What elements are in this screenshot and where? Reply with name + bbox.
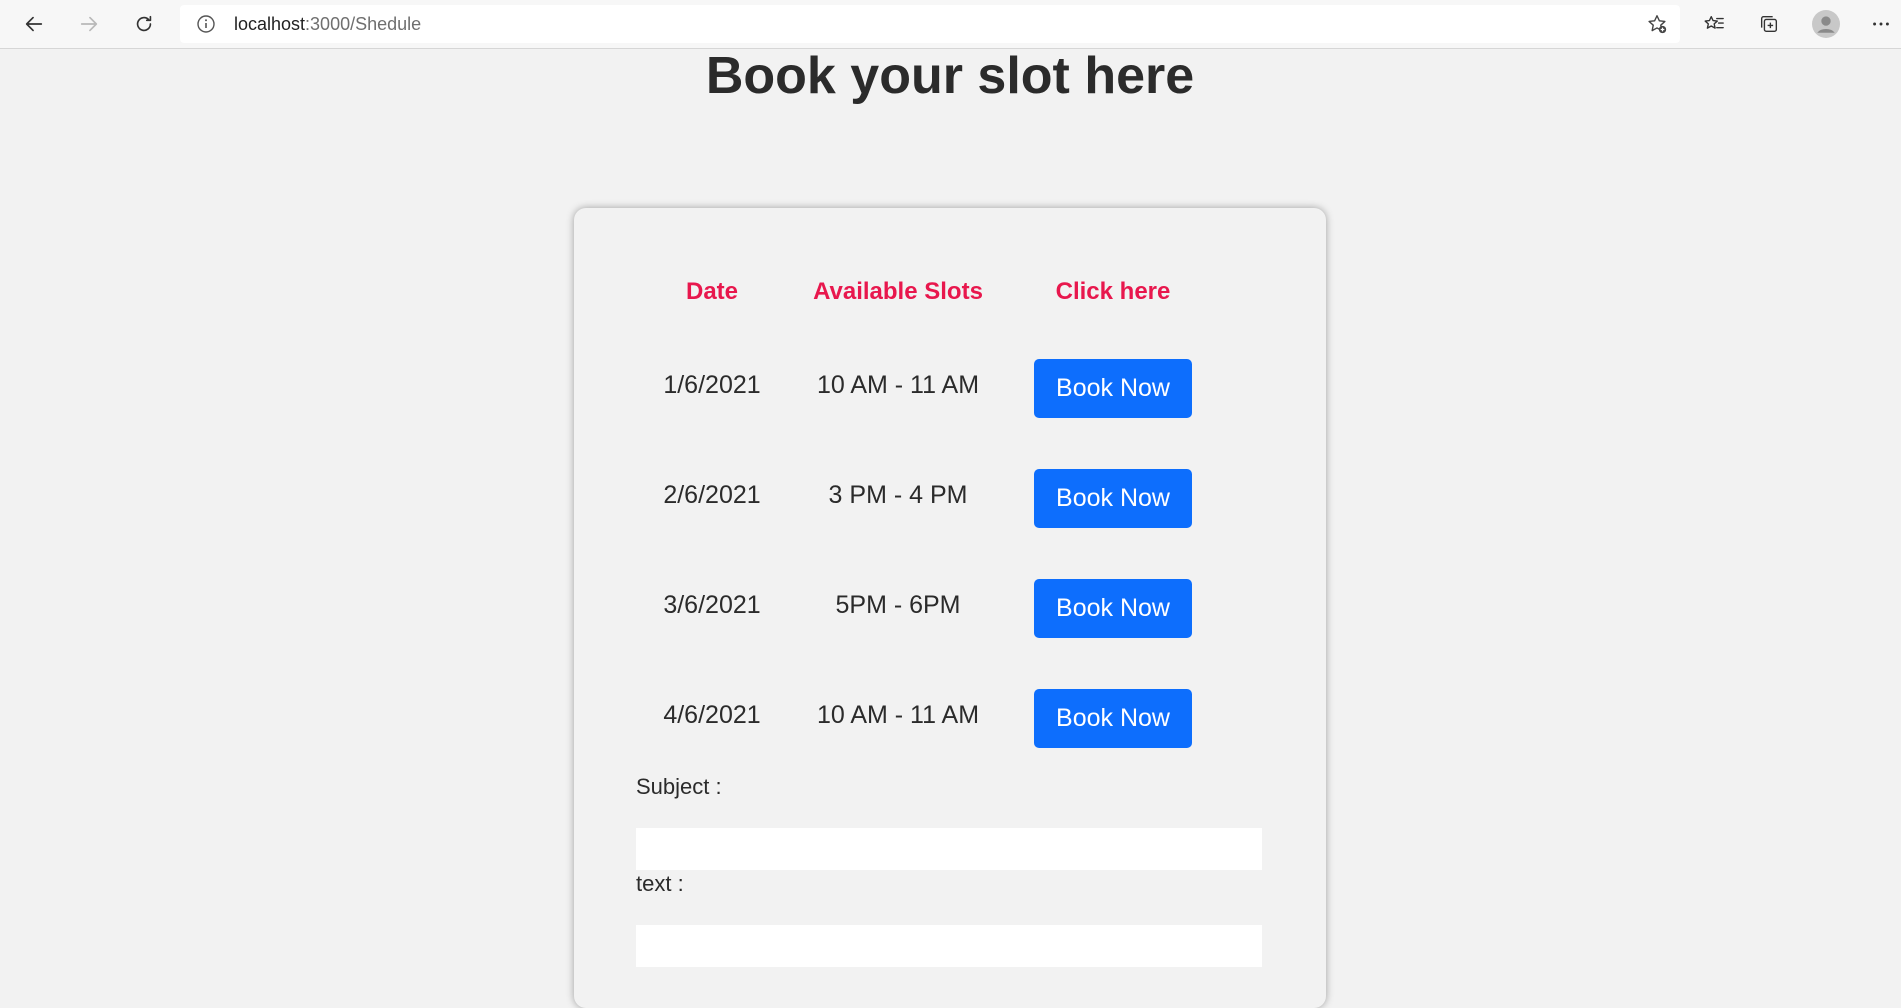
row-2-slot: 3 PM - 4 PM xyxy=(828,481,968,509)
row-1-date: 1/6/2021 xyxy=(663,371,761,399)
book-now-button-3[interactable]: Book Now xyxy=(1034,579,1192,638)
back-icon[interactable] xyxy=(16,6,52,42)
row-4-slot: 10 AM - 11 AM xyxy=(816,701,980,729)
header-click-here: Click here xyxy=(1055,278,1171,305)
browser-toolbar: localhost:3000/Shedule xyxy=(0,0,1901,49)
header-date: Date xyxy=(685,278,739,305)
subject-label: Subject : xyxy=(636,774,722,799)
book-now-button-2[interactable]: Book Now xyxy=(1034,469,1192,528)
row-4-date: 4/6/2021 xyxy=(663,701,761,729)
address-bar[interactable]: localhost:3000/Shedule xyxy=(180,5,1680,43)
row-3-slot: 5PM - 6PM xyxy=(835,591,961,619)
row-1-slot: 10 AM - 11 AM xyxy=(816,371,980,399)
book-now-button-4[interactable]: Book Now xyxy=(1034,689,1192,748)
subject-input[interactable] xyxy=(636,828,1262,870)
favorites-icon[interactable] xyxy=(1696,6,1732,42)
booking-card: Date Available Slots Click here 1/6/2021… xyxy=(574,208,1326,1008)
url-text: localhost:3000/Shedule xyxy=(234,14,422,34)
add-favorite-icon[interactable] xyxy=(1646,13,1668,35)
reload-icon[interactable] xyxy=(126,6,162,42)
page-title: Book your slot here xyxy=(705,47,1195,105)
collections-icon[interactable] xyxy=(1751,6,1787,42)
forward-icon[interactable] xyxy=(71,6,107,42)
text-input[interactable] xyxy=(636,925,1262,967)
book-now-button-1[interactable]: Book Now xyxy=(1034,359,1192,418)
row-3-date: 3/6/2021 xyxy=(663,591,761,619)
row-2-date: 2/6/2021 xyxy=(663,481,761,509)
header-available-slots: Available Slots xyxy=(813,278,983,305)
site-info-icon[interactable] xyxy=(196,14,216,34)
profile-avatar-icon[interactable] xyxy=(1808,6,1844,42)
more-options-icon[interactable] xyxy=(1863,6,1899,42)
text-label: text : xyxy=(636,871,684,896)
